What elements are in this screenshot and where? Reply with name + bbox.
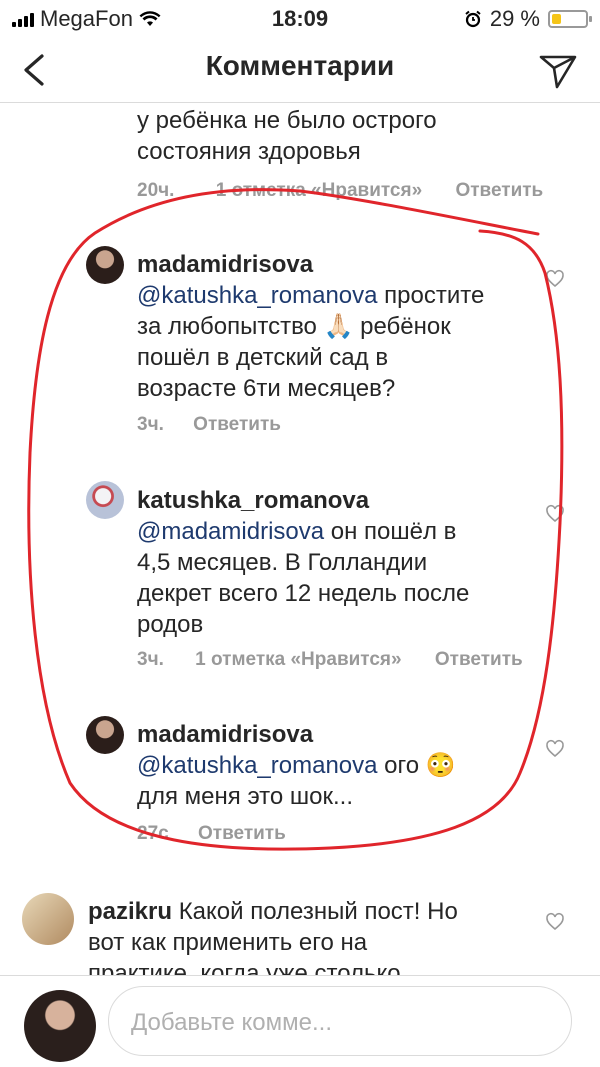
battery-icon	[548, 10, 592, 28]
nav-bar: Комментарии	[0, 36, 600, 103]
status-right: 29 %	[464, 6, 592, 32]
page-title: Комментарии	[205, 50, 395, 81]
comment-input[interactable]: Добавьте комме...	[108, 986, 572, 1056]
direct-send-icon[interactable]	[538, 50, 578, 90]
alarm-icon	[465, 10, 481, 28]
comments-feed[interactable]: у ребёнка не было острого состояния здор…	[0, 103, 600, 975]
battery-percent: 29 %	[489, 6, 540, 31]
status-bar: MegaFon 18:09 29 %	[0, 0, 600, 36]
comment-composer: Добавьте комме...	[0, 975, 600, 1067]
my-avatar	[24, 990, 96, 1062]
red-marker-annotation	[27, 188, 564, 851]
